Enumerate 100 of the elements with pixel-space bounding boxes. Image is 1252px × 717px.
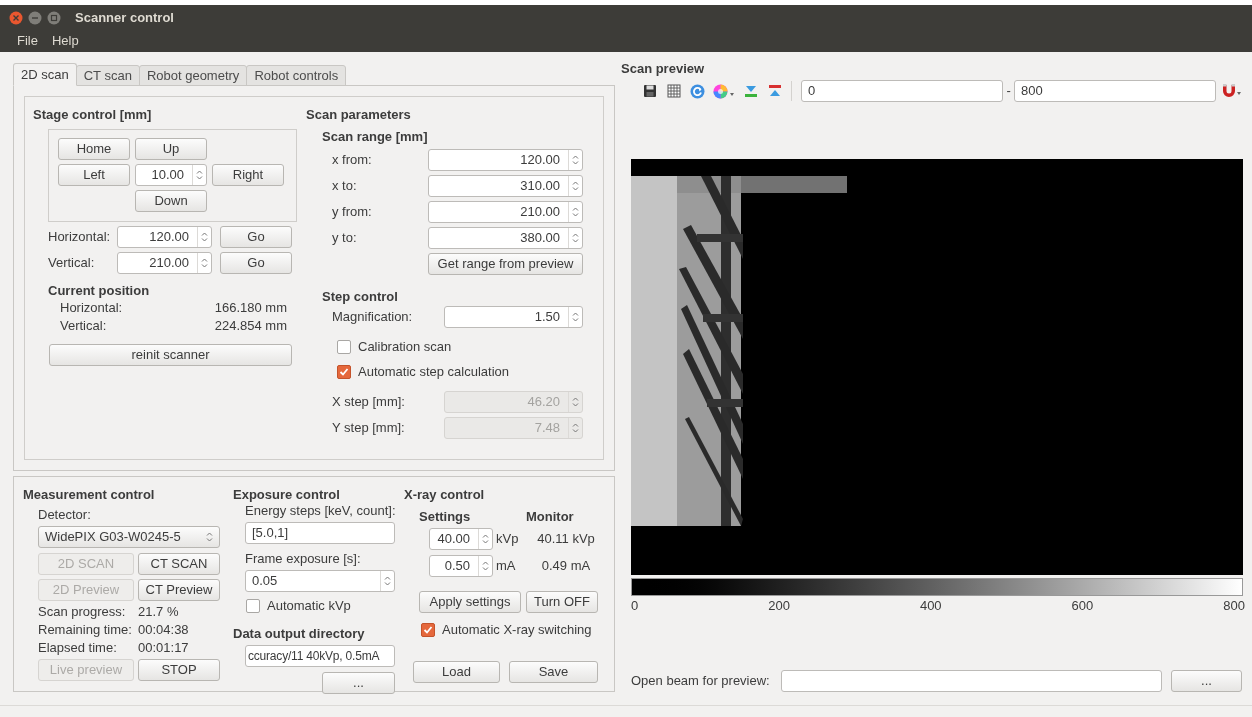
maximize-icon[interactable]: [47, 10, 61, 25]
field-label: Elapsed time:: [38, 639, 118, 657]
status-value: 00:01:17: [138, 639, 189, 657]
status-value: 21.7 %: [138, 603, 179, 621]
grid-icon[interactable]: [666, 84, 681, 98]
field-label: Y step [mm]:: [332, 420, 406, 436]
number-field[interactable]: 10.00: [135, 164, 207, 186]
spin-arrows-icon: [572, 232, 579, 244]
spin-arrows-icon: [572, 180, 579, 192]
monitor-value: 0.49 mA: [540, 558, 592, 574]
position-value: 166.180 mm: [214, 299, 287, 317]
monitor-value: 40.11 kVp: [536, 531, 596, 547]
tab[interactable]: 2D scan: [13, 63, 77, 86]
axis-label: 400: [919, 598, 942, 614]
checkbox[interactable]: [246, 599, 260, 613]
menu-item[interactable]: Help: [44, 33, 86, 49]
column-header: Settings: [419, 509, 472, 525]
go-button[interactable]: Go: [220, 252, 292, 274]
number-field[interactable]: 210.00: [117, 252, 212, 274]
spin-arrows-icon: [572, 154, 579, 166]
directory-field[interactable]: ccuracy/11 40kVp, 0.5mA: [245, 645, 395, 667]
axis-label: 200: [768, 598, 790, 614]
number-field[interactable]: 380.00: [428, 227, 583, 249]
spin-arrows-icon: [206, 531, 213, 543]
spin-arrows-icon: [201, 257, 208, 269]
field-label: X step [mm]:: [332, 394, 406, 410]
magnet-icon[interactable]: [1221, 83, 1244, 99]
get-range-button[interactable]: Get range from preview: [428, 253, 583, 275]
checkbox[interactable]: [337, 365, 351, 379]
axis-label: 0: [631, 598, 639, 614]
menu-item[interactable]: File: [10, 33, 45, 49]
open-beam-field[interactable]: [781, 670, 1162, 692]
detector-dropdown[interactable]: WidePIX G03-W0245-5: [38, 526, 220, 548]
browse-button[interactable]: ...: [322, 672, 395, 694]
field-label: Detector:: [38, 507, 92, 523]
right-button[interactable]: Right: [212, 164, 284, 186]
checkbox[interactable]: [337, 340, 351, 354]
home-button[interactable]: Home: [58, 138, 130, 160]
number-field[interactable]: 40.00: [429, 528, 493, 550]
spin-arrows-icon: [572, 311, 579, 323]
browse-button[interactable]: ...: [1171, 670, 1242, 692]
apply-settings-button[interactable]: Apply settings: [419, 591, 521, 613]
number-field[interactable]: 120.00: [117, 226, 212, 248]
field-label: Open beam for preview:: [631, 673, 771, 689]
field-label: Horizontal:: [48, 229, 112, 245]
section-title: Scan parameters: [306, 107, 412, 123]
number-field[interactable]: 1.50: [444, 306, 583, 328]
section-title: Measurement control: [23, 487, 156, 503]
section-title: Step control: [322, 289, 399, 305]
position-value: 224.854 mm: [214, 317, 287, 335]
refresh-icon[interactable]: [690, 83, 706, 99]
section-title: Scan preview: [621, 61, 706, 77]
section-title: Data output directory: [233, 626, 366, 642]
save-button[interactable]: Save: [509, 661, 598, 683]
field-label: Frame exposure [s]:: [245, 551, 362, 567]
number-field[interactable]: 0.50: [429, 555, 493, 577]
number-field[interactable]: 210.00: [428, 201, 583, 223]
down-button[interactable]: Down: [135, 190, 207, 212]
field-label: x to:: [332, 178, 358, 194]
number-field[interactable]: 310.00: [428, 175, 583, 197]
field-label: Vertical:: [60, 317, 107, 335]
window-title: Scanner control: [75, 9, 174, 26]
scan-button[interactable]: CT Preview: [138, 579, 220, 601]
field-label: Scan progress:: [38, 603, 127, 621]
close-icon[interactable]: [9, 10, 23, 25]
load-button[interactable]: Load: [413, 661, 500, 683]
section-title: Scan range [mm]: [322, 129, 429, 145]
range-max-field[interactable]: 800: [1014, 80, 1217, 102]
scan-button[interactable]: CT SCAN: [138, 553, 220, 575]
left-button[interactable]: Left: [58, 164, 130, 186]
unit-label: kVp: [496, 531, 520, 547]
up-button[interactable]: Up: [135, 138, 207, 160]
checkbox[interactable]: [421, 623, 435, 637]
tab[interactable]: Robot controls: [246, 65, 347, 86]
range-min-field[interactable]: 0: [801, 80, 1004, 102]
spin-arrows-icon: [201, 231, 208, 243]
unit-label: mA: [496, 558, 517, 574]
save-icon[interactable]: [642, 84, 657, 98]
go-button[interactable]: Go: [220, 226, 292, 248]
stop-button[interactable]: STOP: [138, 659, 220, 681]
number-field[interactable]: 0.05: [245, 570, 395, 592]
axis-label: 800: [1223, 598, 1245, 614]
field-label: Energy steps [keV, count]:: [245, 503, 397, 519]
section-title: Stage control [mm]: [33, 107, 153, 123]
turn-off-button[interactable]: Turn OFF: [526, 591, 598, 613]
field-label: Horizontal:: [60, 299, 123, 317]
arrow-up-to-line-icon[interactable]: [768, 84, 783, 98]
field-label: y from:: [332, 204, 373, 220]
checkbox-label: Automatic kVp: [267, 598, 351, 614]
field-label: Vertical:: [48, 255, 96, 271]
spin-arrows-icon: [196, 169, 203, 181]
field-label: x from:: [332, 152, 373, 168]
arrow-down-to-line-icon[interactable]: [744, 84, 759, 98]
number-field[interactable]: 120.00: [428, 149, 583, 171]
color-wheel-icon[interactable]: [713, 83, 736, 99]
minimize-icon[interactable]: [28, 10, 42, 25]
energy-steps-field[interactable]: [5.0,1]: [245, 522, 395, 544]
range-separator: -: [1005, 83, 1012, 99]
reinit-button[interactable]: reinit scanner: [49, 344, 292, 366]
spin-arrows-icon: [482, 560, 489, 572]
